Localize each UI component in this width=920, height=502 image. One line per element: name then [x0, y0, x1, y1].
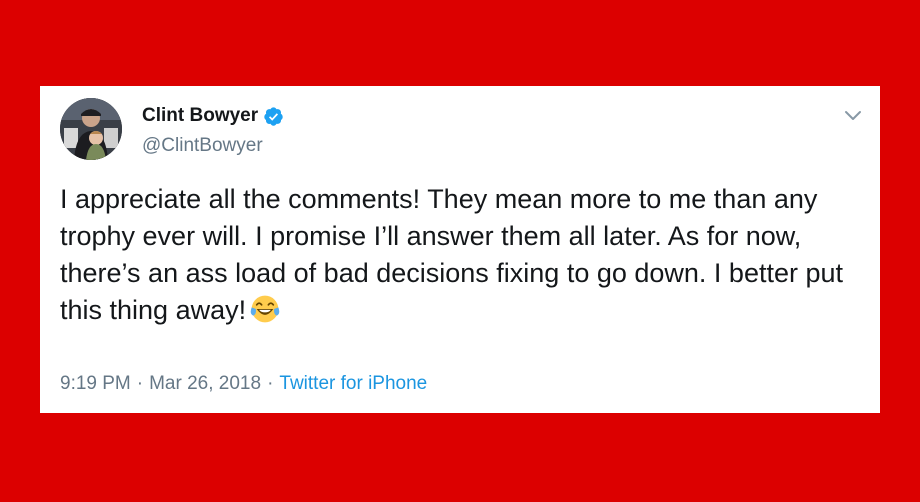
tweet-time: 9:19 PM — [60, 373, 131, 394]
tweet-body: I appreciate all the comments! They mean… — [60, 184, 843, 325]
chevron-down-icon[interactable] — [844, 108, 862, 122]
meta-separator: · — [267, 373, 274, 394]
tweet-date[interactable]: Mar 26, 2018 — [149, 373, 261, 394]
avatar-photo — [60, 98, 122, 160]
tweet-meta: 9:19 PM · Mar 26, 2018 · Twitter for iPhone — [60, 373, 427, 395]
meta-separator: · — [136, 373, 144, 394]
tweet-source-link[interactable]: Twitter for iPhone — [279, 373, 427, 394]
avatar[interactable] — [60, 98, 122, 160]
author-handle[interactable]: @ClintBowyer — [142, 135, 263, 157]
tweet-text: I appreciate all the comments! They mean… — [60, 181, 870, 329]
face-with-tears-of-joy-icon — [250, 295, 280, 323]
author-name-row: Clint Bowyer — [142, 105, 284, 127]
tweet-card: Clint Bowyer @ClintBowyer I appreciate a… — [40, 86, 880, 413]
author-display-name[interactable]: Clint Bowyer — [142, 105, 258, 127]
verified-badge-icon — [264, 106, 283, 126]
